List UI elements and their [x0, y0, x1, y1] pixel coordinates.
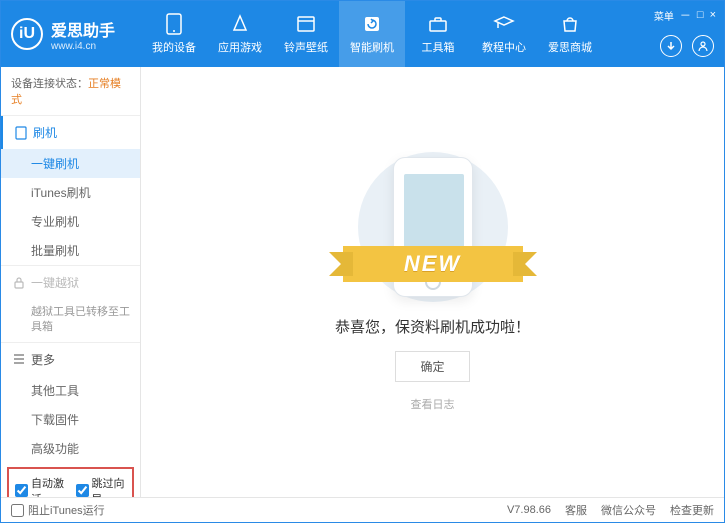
- phone-icon: [15, 126, 27, 140]
- sidebar-head-flash[interactable]: 刷机: [1, 116, 140, 149]
- device-icon: [163, 13, 185, 35]
- view-log-link[interactable]: 查看日志: [411, 396, 455, 412]
- sidebar-head-label: 更多: [31, 351, 55, 368]
- success-message: 恭喜您，保资料刷机成功啦！: [335, 316, 530, 337]
- checkbox-input[interactable]: [11, 504, 24, 517]
- app-title: 爱思助手: [51, 17, 115, 41]
- checkbox-input[interactable]: [76, 484, 89, 497]
- nav-tab-device[interactable]: 我的设备: [141, 1, 207, 67]
- sidebar-item-advanced[interactable]: 高级功能: [1, 434, 140, 463]
- close-icon[interactable]: ×: [710, 9, 716, 21]
- sidebar-head-label: 刷机: [33, 124, 57, 141]
- sidebar-item-download-fw[interactable]: 下载固件: [1, 405, 140, 434]
- nav-label: 教程中心: [482, 39, 526, 55]
- nav-tab-tutorial[interactable]: 教程中心: [471, 1, 537, 67]
- check-update-link[interactable]: 检查更新: [670, 502, 714, 518]
- status-label: 设备连接状态：: [11, 78, 88, 90]
- sidebar: 设备连接状态：正常模式 刷机 一键刷机 iTunes刷机 专业刷机 批量刷机 一…: [1, 67, 141, 497]
- store-icon: [559, 13, 581, 35]
- checkbox-auto-activate[interactable]: 自动激活: [15, 475, 66, 497]
- menu-icon[interactable]: 菜单: [654, 8, 674, 23]
- checkbox-skip-guide[interactable]: 跳过向导: [76, 475, 127, 497]
- nav-tab-apps[interactable]: 应用游戏: [207, 1, 273, 67]
- nav-tab-flash[interactable]: 智能刷机: [339, 1, 405, 67]
- nav-tab-store[interactable]: 爱思商城: [537, 1, 603, 67]
- nav-label: 爱思商城: [548, 39, 592, 55]
- success-illustration: NEW: [333, 152, 533, 302]
- wallpaper-icon: [295, 13, 317, 35]
- nav-tabs: 我的设备 应用游戏 铃声壁纸 智能刷机 工具箱 教程中心 爱思商城: [141, 1, 603, 67]
- header: iU 爱思助手 www.i4.cn 我的设备 应用游戏 铃声壁纸 智能刷机 工具…: [1, 1, 724, 67]
- sidebar-head-more[interactable]: 更多: [1, 343, 140, 376]
- main-area: NEW 恭喜您，保资料刷机成功啦！ 确定 查看日志: [141, 67, 724, 497]
- version-text: V7.98.66: [507, 504, 551, 516]
- nav-label: 智能刷机: [350, 39, 394, 55]
- checkbox-label: 跳过向导: [92, 475, 127, 497]
- block-itunes-checkbox[interactable]: 阻止iTunes运行: [11, 502, 105, 518]
- wechat-link[interactable]: 微信公众号: [601, 502, 656, 518]
- nav-label: 工具箱: [422, 39, 455, 55]
- checkbox-label: 自动激活: [31, 475, 66, 497]
- sidebar-head-jailbreak[interactable]: 一键越狱: [1, 266, 140, 299]
- lock-icon: [13, 277, 25, 289]
- flash-icon: [361, 13, 383, 35]
- download-button[interactable]: [660, 35, 682, 57]
- nav-label: 铃声壁纸: [284, 39, 328, 55]
- sidebar-head-label: 一键越狱: [31, 274, 79, 291]
- window-controls: 菜单 － □ ×: [654, 7, 716, 23]
- new-ribbon: NEW: [343, 246, 523, 282]
- sidebar-item-oneclick-flash[interactable]: 一键刷机: [1, 149, 140, 178]
- app-url: www.i4.cn: [51, 41, 115, 52]
- sidebar-item-itunes-flash[interactable]: iTunes刷机: [1, 178, 140, 207]
- nav-label: 我的设备: [152, 39, 196, 55]
- sidebar-item-pro-flash[interactable]: 专业刷机: [1, 207, 140, 236]
- footer: 阻止iTunes运行 V7.98.66 客服 微信公众号 检查更新: [1, 497, 724, 522]
- nav-label: 应用游戏: [218, 39, 262, 55]
- nav-tab-ringtones[interactable]: 铃声壁纸: [273, 1, 339, 67]
- maximize-icon[interactable]: □: [697, 9, 704, 21]
- connection-status: 设备连接状态：正常模式: [1, 67, 140, 115]
- ok-button[interactable]: 确定: [395, 351, 469, 382]
- tutorial-icon: [493, 13, 515, 35]
- apps-icon: [229, 13, 251, 35]
- toolbox-icon: [427, 13, 449, 35]
- menu-icon: [13, 354, 25, 364]
- checkbox-input[interactable]: [15, 484, 28, 497]
- support-link[interactable]: 客服: [565, 502, 587, 518]
- jailbreak-note: 越狱工具已转移至工具箱: [1, 299, 140, 342]
- sidebar-item-other-tools[interactable]: 其他工具: [1, 376, 140, 405]
- nav-tab-toolbox[interactable]: 工具箱: [405, 1, 471, 67]
- checkbox-highlight: 自动激活 跳过向导: [7, 467, 134, 497]
- minimize-icon[interactable]: －: [680, 7, 691, 23]
- checkbox-label: 阻止iTunes运行: [28, 502, 105, 518]
- logo-icon: iU: [11, 18, 43, 50]
- sidebar-item-batch-flash[interactable]: 批量刷机: [1, 236, 140, 265]
- user-button[interactable]: [692, 35, 714, 57]
- logo-area: iU 爱思助手 www.i4.cn: [11, 17, 141, 52]
